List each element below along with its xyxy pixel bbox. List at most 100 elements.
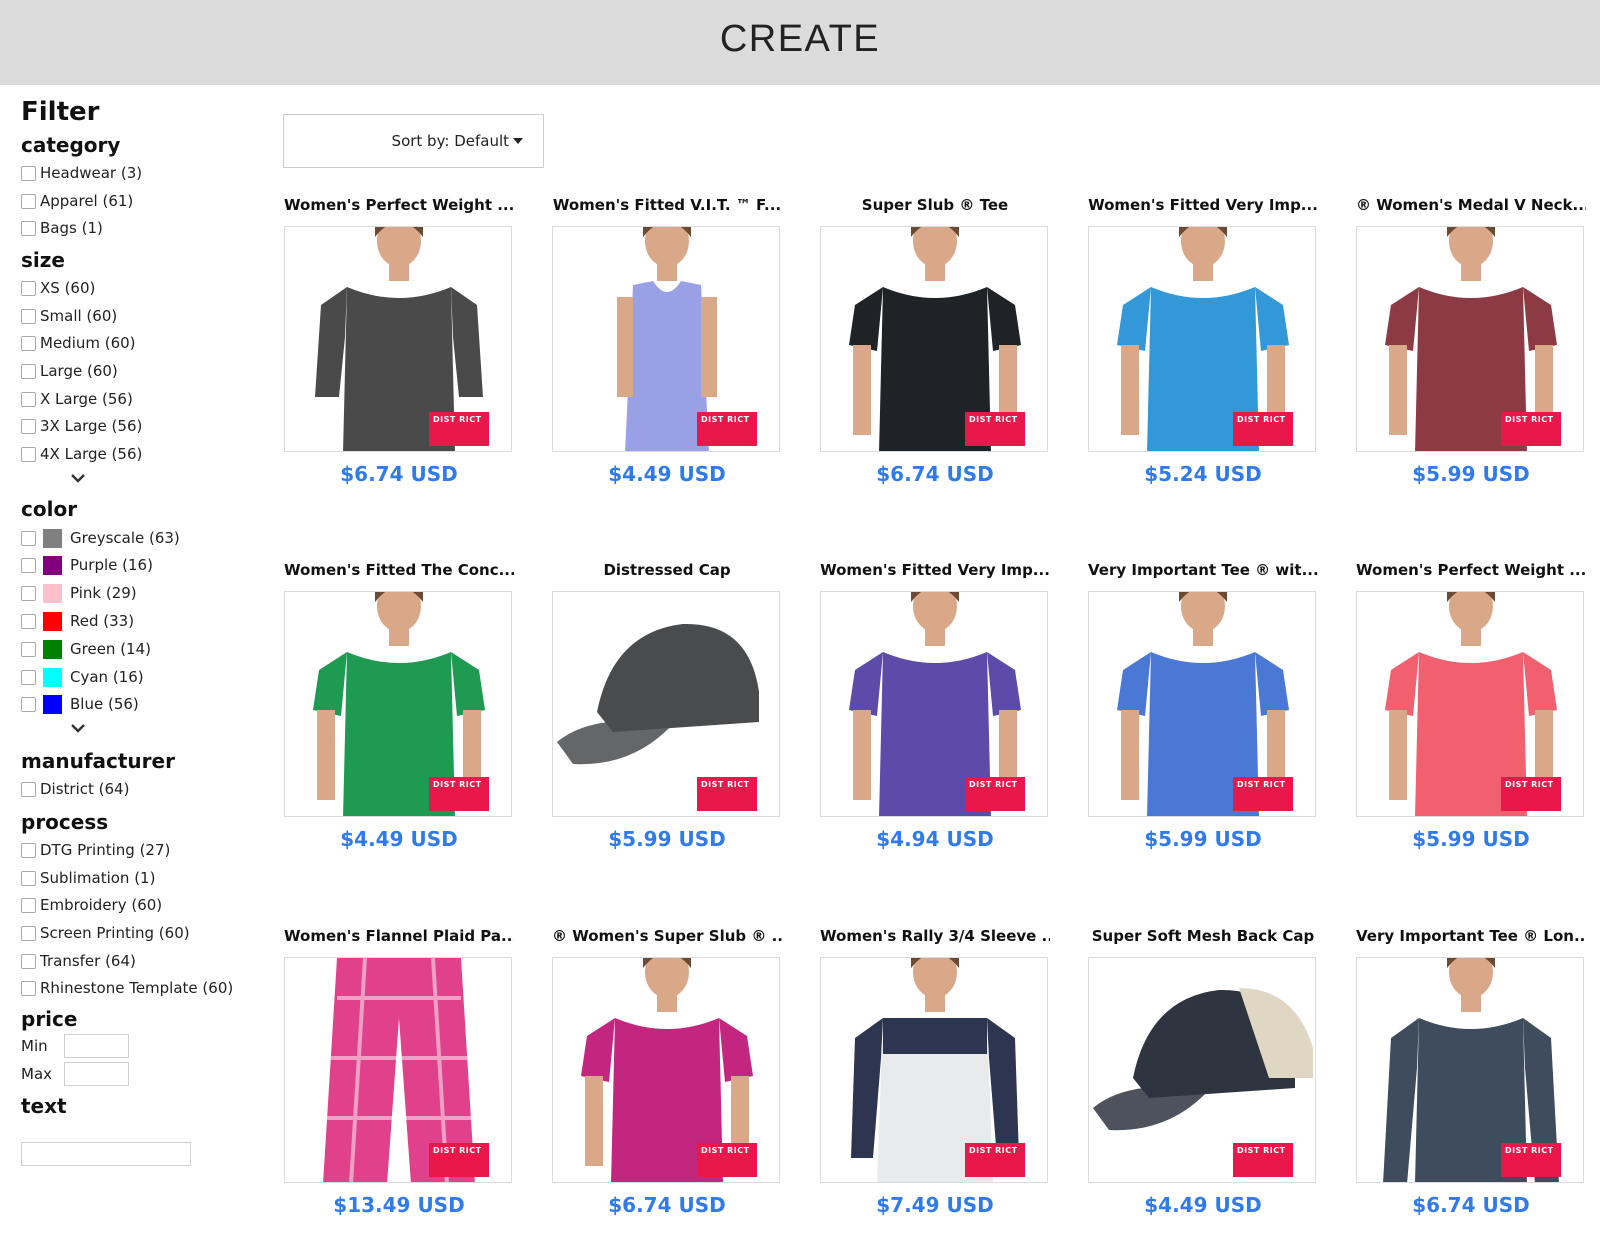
product-name[interactable]: Women's Perfect Weight ... [1356,561,1586,579]
product-image[interactable]: DIST RICT [284,957,512,1183]
filter-option-headwear[interactable]: Headwear (3) [21,161,142,185]
checkbox[interactable] [21,530,36,546]
filter-option-x-large[interactable]: X Large (56) [21,387,133,411]
product-image[interactable]: DIST RICT [1356,957,1584,1183]
product-image[interactable]: DIST RICT [820,591,1048,817]
filter-option-transfer[interactable]: Transfer (64) [21,949,136,973]
product-image[interactable]: DIST RICT [284,591,512,817]
filter-option-rhinestone-template[interactable]: Rhinestone Template (60) [21,976,233,1000]
product-image[interactable]: DIST RICT [820,957,1048,1183]
product-name[interactable]: Women's Flannel Plaid Pa... [284,927,514,945]
product-card[interactable]: Women's Fitted Very Imp... DIST RICT $4.94… [820,561,1050,861]
checkbox[interactable] [21,446,36,462]
chevron-down-icon[interactable] [70,470,86,486]
product-name[interactable]: Very Important Tee ® wit... [1088,561,1318,579]
filter-option-xs[interactable]: XS (60) [21,276,95,300]
product-name[interactable]: Women's Rally 3/4 Sleeve ... [820,927,1050,945]
price-max-input[interactable] [64,1062,129,1086]
product-card[interactable]: Women's Perfect Weight ... DIST RICT $6.74… [284,196,514,496]
checkbox[interactable] [21,391,36,407]
checkbox[interactable] [21,280,36,296]
product-card[interactable]: Women's Fitted The Conc... DIST RICT $4.49… [284,561,514,861]
checkbox[interactable] [21,897,36,913]
checkbox[interactable] [21,165,36,181]
product-card[interactable]: Distressed Cap DIST RICT $5.99 USD [552,561,782,861]
chevron-down-icon[interactable] [70,720,86,736]
filter-option-pink[interactable]: Pink (29) [21,581,137,605]
product-card[interactable]: Super Soft Mesh Back Cap DIST RICT $4.49 U… [1088,927,1318,1227]
checkbox[interactable] [21,557,36,573]
filter-option-screen-printing[interactable]: Screen Printing (60) [21,921,190,945]
filter-option-bags[interactable]: Bags (1) [21,216,103,240]
product-name[interactable]: Very Important Tee ® Lon... [1356,927,1586,945]
product-image[interactable]: DIST RICT [552,957,780,1183]
product-image[interactable]: DIST RICT [1356,226,1584,452]
product-name[interactable]: Women's Perfect Weight ... [284,196,514,214]
product-card[interactable]: Women's Perfect Weight ... DIST RICT $5.99… [1356,561,1586,861]
filter-option-purple[interactable]: Purple (16) [21,553,153,577]
brand-logo-text: DIST RICT [1237,1146,1286,1155]
filter-option-large[interactable]: Large (60) [21,359,118,383]
price-min-input[interactable] [64,1034,129,1058]
checkbox[interactable] [21,925,36,941]
product-card[interactable]: ® Women's Medal V Neck... DIST RICT $5.99 … [1356,196,1586,496]
checkbox[interactable] [21,613,36,629]
checkbox[interactable] [21,641,36,657]
checkbox[interactable] [21,781,36,797]
product-name[interactable]: Women's Fitted The Conc... [284,561,514,579]
product-card[interactable]: Very Important Tee ® Lon... DIST RICT $6.7… [1356,927,1586,1227]
product-image[interactable]: DIST RICT [820,226,1048,452]
product-card[interactable]: Women's Fitted Very Imp... DIST RICT $5.24… [1088,196,1318,496]
product-card[interactable]: Women's Fitted V.I.T. ™ F... DIST RICT $4.… [552,196,782,496]
filter-option-small[interactable]: Small (60) [21,304,117,328]
text-search-input[interactable] [21,1142,191,1166]
filter-option-embroidery[interactable]: Embroidery (60) [21,893,162,917]
product-name[interactable]: Women's Fitted Very Imp... [820,561,1050,579]
filter-option-greyscale[interactable]: Greyscale (63) [21,526,180,550]
product-name[interactable]: ® Women's Medal V Neck... [1356,196,1586,214]
product-name[interactable]: Super Slub ® Tee [820,196,1050,214]
product-name[interactable]: Super Soft Mesh Back Cap [1088,927,1318,945]
checkbox[interactable] [21,193,36,209]
filter-option-red[interactable]: Red (33) [21,609,134,633]
product-card[interactable]: Women's Rally 3/4 Sleeve ... DIST RICT $7.… [820,927,1050,1227]
product-image[interactable]: DIST RICT [552,226,780,452]
product-name[interactable]: ® Women's Super Slub ® ... [552,927,782,945]
product-name[interactable]: Distressed Cap [552,561,782,579]
product-image[interactable]: DIST RICT [1088,957,1316,1183]
checkbox[interactable] [21,308,36,324]
product-image[interactable]: DIST RICT [1356,591,1584,817]
filter-option-cyan[interactable]: Cyan (16) [21,665,144,689]
filter-option-medium[interactable]: Medium (60) [21,331,136,355]
checkbox[interactable] [21,842,36,858]
checkbox[interactable] [21,669,36,685]
filter-option-green[interactable]: Green (14) [21,637,151,661]
checkbox[interactable] [21,870,36,886]
product-image[interactable]: DIST RICT [552,591,780,817]
product-card[interactable]: ® Women's Super Slub ® ... DIST RICT $6.74… [552,927,782,1227]
product-image[interactable]: DIST RICT [1088,226,1316,452]
checkbox[interactable] [21,363,36,379]
filter-option-3x-large[interactable]: 3X Large (56) [21,414,142,438]
checkbox[interactable] [21,335,36,351]
checkbox[interactable] [21,220,36,236]
product-image[interactable]: DIST RICT [1088,591,1316,817]
product-name[interactable]: Women's Fitted Very Imp... [1088,196,1318,214]
filter-option-4x-large[interactable]: 4X Large (56) [21,442,142,466]
filter-option-district[interactable]: District (64) [21,777,129,801]
product-name[interactable]: Women's Fitted V.I.T. ™ F... [552,196,782,214]
checkbox[interactable] [21,953,36,969]
checkbox[interactable] [21,585,36,601]
checkbox[interactable] [21,696,36,712]
sort-dropdown[interactable]: Sort by: Default [283,114,544,168]
product-card[interactable]: Women's Flannel Plaid Pa... DIST RICT $13.… [284,927,514,1227]
filter-option-apparel[interactable]: Apparel (61) [21,189,133,213]
checkbox[interactable] [21,980,36,996]
product-image[interactable]: DIST RICT [284,226,512,452]
checkbox[interactable] [21,418,36,434]
filter-option-dtg-printing[interactable]: DTG Printing (27) [21,838,170,862]
filter-option-blue[interactable]: Blue (56) [21,692,139,716]
filter-option-sublimation[interactable]: Sublimation (1) [21,866,155,890]
product-card[interactable]: Very Important Tee ® wit... DIST RICT $5.9… [1088,561,1318,861]
product-card[interactable]: Super Slub ® Tee DIST RICT $6.74 USD [820,196,1050,496]
